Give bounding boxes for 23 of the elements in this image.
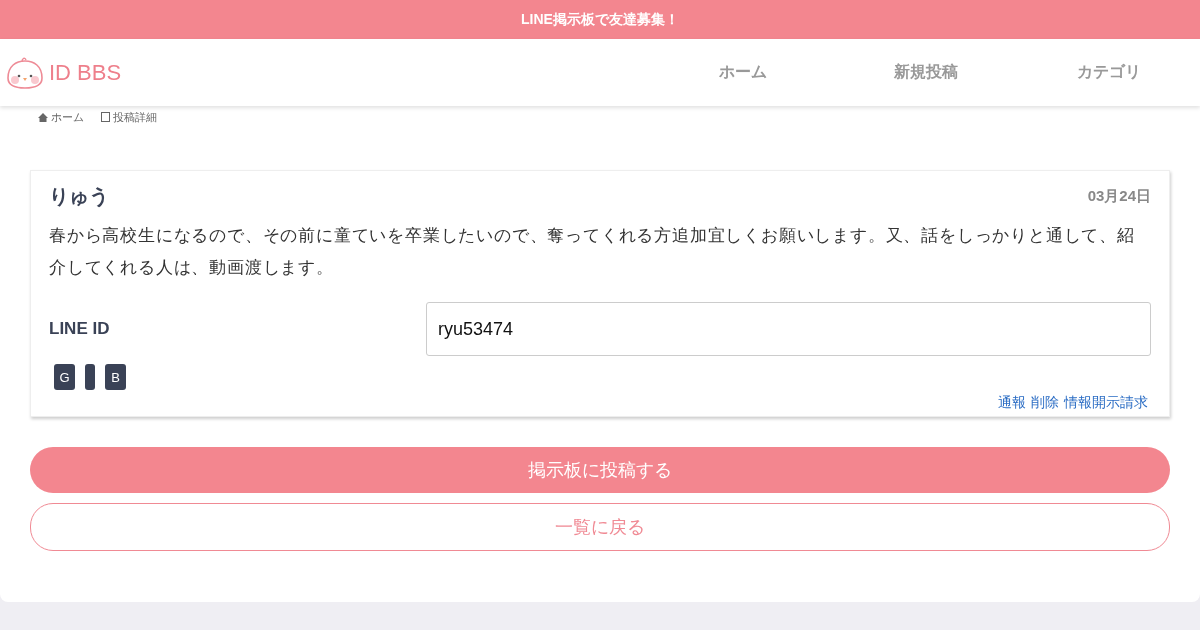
nav-link[interactable]: ホーム [651, 62, 834, 83]
blank-tag [85, 364, 95, 390]
post-action-link[interactable]: 通報 [998, 394, 1026, 412]
post-author: りゅう [49, 184, 109, 209]
breadcrumb-link[interactable]: 投稿詳細 [113, 109, 157, 125]
back-to-list-button[interactable]: 一覧に戻る [30, 503, 1170, 551]
nav-link[interactable]: カテゴリ [1017, 62, 1200, 83]
site-logo[interactable]: ID BBS [49, 59, 122, 86]
chick-logo-icon [4, 55, 46, 90]
letter-tag: B [105, 364, 126, 390]
line-id-field[interactable]: ryu53474 [426, 302, 1151, 356]
top-banner[interactable]: LINE掲示板で友達募集！ [0, 0, 1200, 39]
letter-tag: G [54, 364, 75, 390]
home-icon [38, 112, 48, 122]
document-icon [101, 112, 110, 122]
post-action-link[interactable]: 削除 [1031, 394, 1059, 412]
post-action-link[interactable]: 情報開示請求 [1064, 394, 1148, 412]
breadcrumb-link[interactable]: ホーム [51, 109, 84, 125]
line-id-label: LINE ID [49, 319, 111, 339]
nav-link[interactable]: 新規投稿 [834, 62, 1017, 83]
post-button[interactable]: 掲示板に投稿する [30, 447, 1170, 493]
post-date: 03月24日 [1087, 187, 1151, 206]
post-body: 春から高校生になるので、その前に童ていを卒業したいので、奪ってくれる方追加宜しくお願いします。又、話をしっかりと通して、紹介してくれる人は、動画渡します。 [49, 225, 1136, 279]
